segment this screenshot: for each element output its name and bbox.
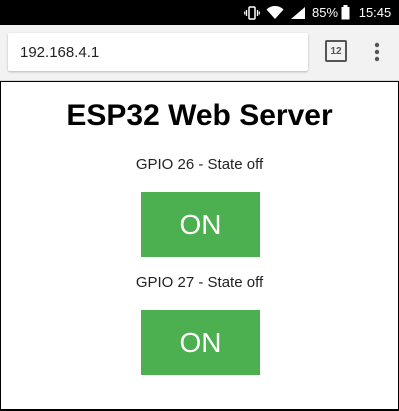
more-vert-icon[interactable] — [368, 39, 386, 65]
gpio-26-state-label: GPIO 26 - State off — [135, 156, 264, 173]
web-page: ESP32 Web Server GPIO 26 - State off ON … — [1, 82, 398, 409]
gpio-27-state-label: GPIO 27 - State off — [135, 274, 264, 291]
wifi-icon — [264, 0, 286, 25]
tab-switcher-button[interactable]: 12 — [325, 40, 347, 62]
battery-percent: 85% — [311, 5, 339, 20]
clock-time: 15:45 — [358, 5, 392, 20]
gpio-27-on-button[interactable]: ON — [141, 310, 260, 375]
gpio-26-on-button[interactable]: ON — [141, 192, 260, 257]
page-title: ESP32 Web Server — [66, 99, 333, 132]
browser-toolbar: 192.168.4.1 12 — [0, 25, 399, 81]
address-bar[interactable]: 192.168.4.1 — [8, 33, 308, 71]
status-bar: 85% 15:45 — [0, 0, 399, 25]
vibrate-icon — [243, 0, 261, 25]
battery-icon — [339, 0, 351, 25]
signal-icon — [287, 0, 309, 25]
